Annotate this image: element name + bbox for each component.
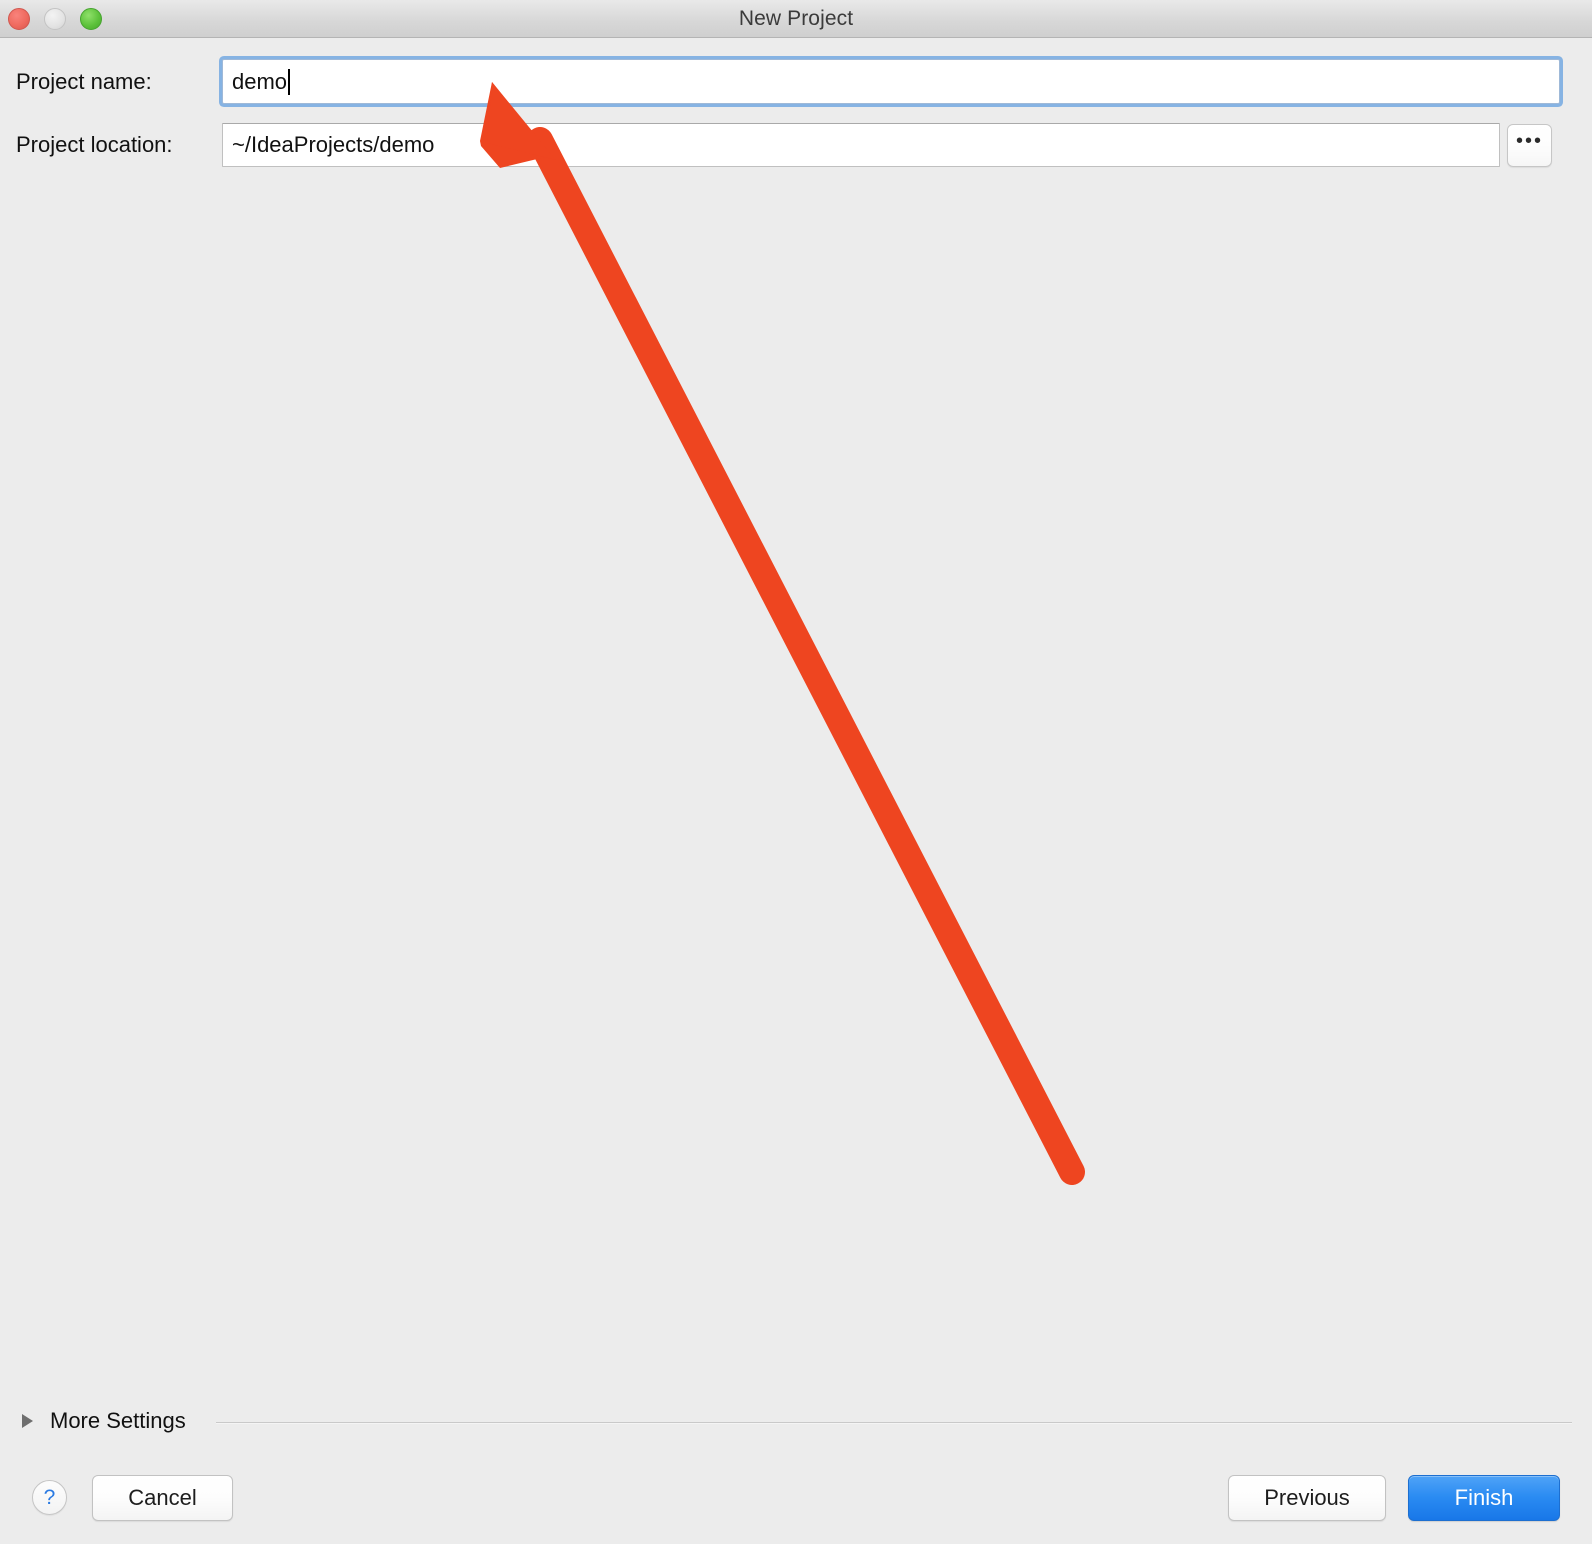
new-project-dialog: New Project Project name: demo Project l… bbox=[0, 0, 1592, 1544]
finish-button[interactable]: Finish bbox=[1408, 1475, 1560, 1521]
project-location-label: Project location: bbox=[16, 132, 173, 157]
more-settings-label: More Settings bbox=[50, 1408, 186, 1433]
annotation-arrow-icon bbox=[480, 82, 1085, 1185]
project-location-input[interactable]: ~/IdeaProjects/demo bbox=[222, 123, 1500, 167]
project-name-input[interactable]: demo bbox=[222, 59, 1560, 104]
cancel-button[interactable]: Cancel bbox=[92, 1475, 233, 1521]
help-button[interactable]: ? bbox=[32, 1480, 67, 1515]
more-settings-section[interactable]: More Settings bbox=[0, 1405, 1592, 1439]
previous-button[interactable]: Previous bbox=[1228, 1475, 1386, 1521]
more-settings-divider bbox=[216, 1422, 1572, 1424]
window-title: New Project bbox=[738, 7, 854, 30]
triangle-right-icon[interactable] bbox=[22, 1414, 33, 1428]
project-location-value: ~/IdeaProjects/demo bbox=[232, 132, 435, 157]
text-caret bbox=[288, 68, 291, 95]
project-name-value: demo bbox=[232, 68, 288, 94]
browse-location-button[interactable]: ••• bbox=[1507, 124, 1552, 167]
window-titlebar: New Project bbox=[0, 0, 1592, 38]
project-name-label: Project name: bbox=[16, 69, 152, 94]
